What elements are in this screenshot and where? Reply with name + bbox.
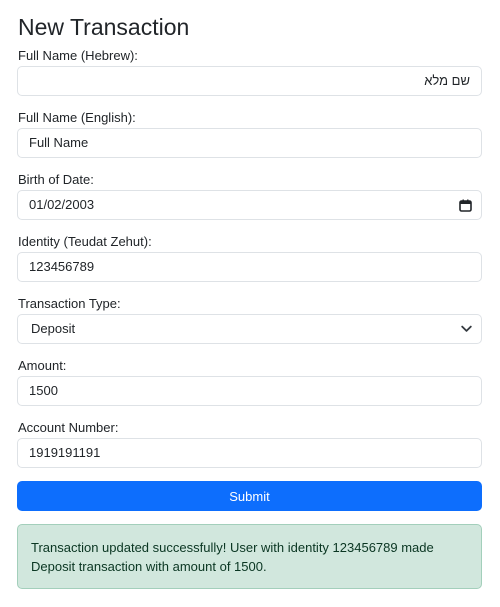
hebrew-name-placeholder: שם מלא xyxy=(424,73,470,88)
birth-date-value: 01/02/2003 xyxy=(29,197,95,212)
identity-value: 123456789 xyxy=(29,259,95,274)
hebrew-name-input[interactable]: שם מלא xyxy=(17,66,482,96)
amount-input[interactable]: 1500 xyxy=(17,376,482,406)
account-number-input[interactable]: 1919191191 xyxy=(17,438,482,468)
success-alert: Transaction updated successfully! User w… xyxy=(17,524,482,589)
english-name-label: Full Name (English): xyxy=(18,110,136,125)
submit-button[interactable]: Submit xyxy=(17,481,482,511)
transaction-page: New Transaction Full Name (Hebrew): שם מ… xyxy=(0,0,500,607)
english-name-input[interactable]: Full Name xyxy=(17,128,482,158)
birth-date-input[interactable]: 01/02/2003 xyxy=(17,190,482,220)
transaction-type-value: Deposit xyxy=(31,321,76,336)
transaction-type-label: Transaction Type: xyxy=(18,296,121,311)
page-title: New Transaction xyxy=(18,14,190,40)
amount-value: 1500 xyxy=(29,383,58,398)
account-number-value: 1919191191 xyxy=(29,445,101,460)
identity-input[interactable]: 123456789 xyxy=(17,252,482,282)
birth-date-label: Birth of Date: xyxy=(18,172,94,187)
alert-message: Transaction updated successfully! User w… xyxy=(31,540,434,574)
hebrew-name-label: Full Name (Hebrew): xyxy=(18,48,138,63)
english-name-placeholder: Full Name xyxy=(29,135,89,150)
identity-label: Identity (Teudat Zehut): xyxy=(18,234,152,249)
calendar-icon[interactable] xyxy=(459,191,472,219)
chevron-down-icon xyxy=(461,315,472,343)
transaction-type-select[interactable]: Deposit xyxy=(17,314,482,344)
amount-label: Amount: xyxy=(18,358,67,373)
account-number-label: Account Number: xyxy=(18,420,119,435)
